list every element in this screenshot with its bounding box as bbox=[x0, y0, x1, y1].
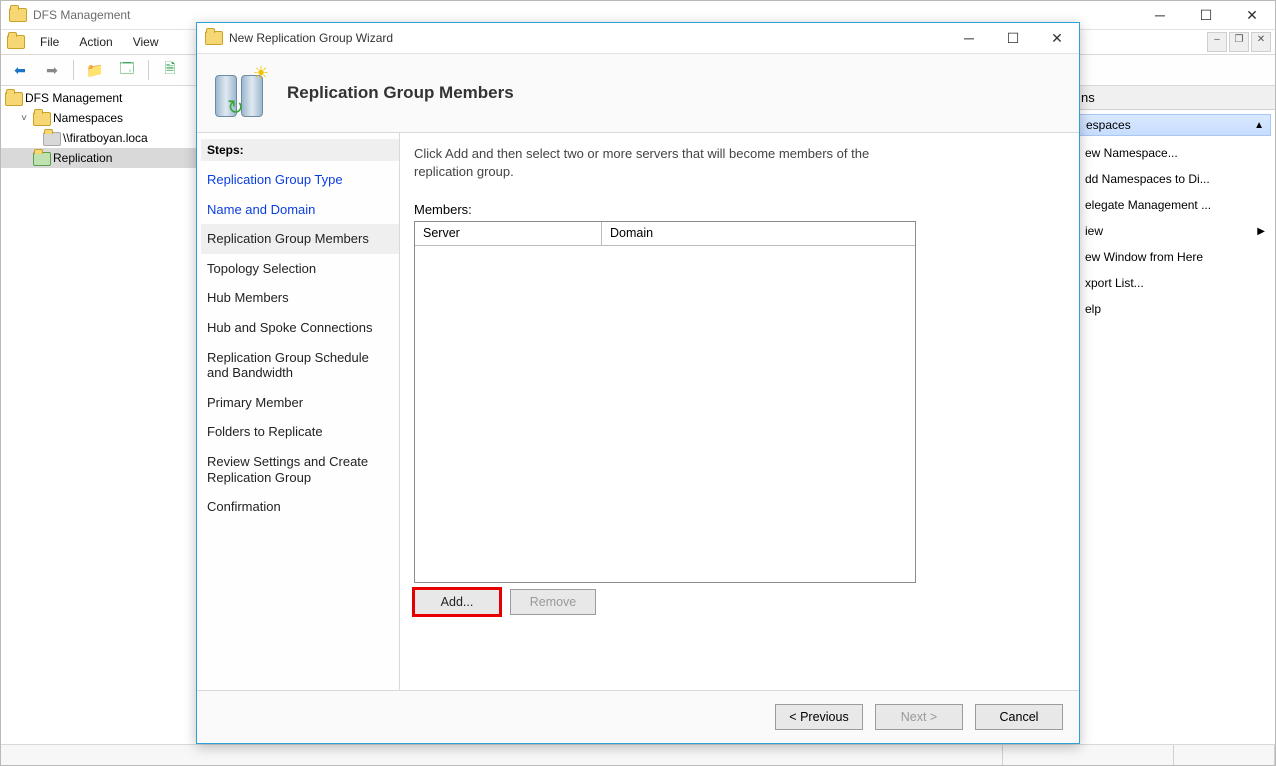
up-button[interactable]: 📁 bbox=[82, 57, 108, 83]
collapse-icon: ▲ bbox=[1254, 120, 1264, 131]
new-star-icon: ☀ bbox=[253, 63, 269, 84]
expand-icon[interactable]: ˅ bbox=[19, 113, 29, 124]
back-button[interactable]: ⬅ bbox=[7, 57, 33, 83]
action-label: elp bbox=[1085, 302, 1101, 316]
wizard-icon bbox=[205, 29, 223, 47]
step-replication-group-type[interactable]: Replication Group Type bbox=[201, 165, 399, 195]
namespace-icon bbox=[43, 130, 59, 146]
dialog-footer: < Previous Next > Cancel bbox=[197, 690, 1079, 743]
action-label: dd Namespaces to Di... bbox=[1085, 172, 1210, 186]
dialog-maximize-button[interactable]: ☐ bbox=[991, 23, 1035, 53]
dialog-content: Click Add and then select two or more se… bbox=[400, 133, 1079, 690]
dfs-root-icon bbox=[5, 90, 21, 106]
members-button-row: Add... Remove bbox=[414, 589, 1065, 615]
wizard-dialog: New Replication Group Wizard ─ ☐ ✕ ↻ ☀ R… bbox=[196, 22, 1080, 744]
namespaces-icon bbox=[33, 110, 49, 126]
step-hub-members[interactable]: Hub Members bbox=[201, 283, 399, 313]
instructions-text: Click Add and then select two or more se… bbox=[414, 145, 914, 180]
nav-tree: DFS Management ˅ Namespaces \\firatboyan… bbox=[1, 86, 198, 744]
toolbar-separator-2 bbox=[148, 60, 149, 80]
actions-group-label: espaces bbox=[1086, 118, 1131, 132]
members-list[interactable]: Server Domain bbox=[414, 221, 916, 583]
action-label: ew Namespace... bbox=[1085, 146, 1178, 160]
properties-button[interactable]: 🗔 bbox=[114, 57, 140, 83]
actions-title: ns bbox=[1075, 86, 1275, 110]
dialog-controls: ─ ☐ ✕ bbox=[947, 23, 1079, 53]
tree-root[interactable]: DFS Management bbox=[1, 88, 197, 108]
app-icon bbox=[9, 6, 27, 24]
dialog-body: Steps: Replication Group Type Name and D… bbox=[197, 133, 1079, 690]
mr-btn-2[interactable]: ❐ bbox=[1229, 32, 1249, 52]
sync-arrow-icon: ↻ bbox=[227, 95, 244, 120]
minimize-button[interactable]: ─ bbox=[1137, 1, 1183, 29]
step-hub-and-spoke[interactable]: Hub and Spoke Connections bbox=[201, 313, 399, 343]
tree-item-replication[interactable]: Replication bbox=[1, 148, 197, 168]
menubar-right: – ❐ ✕ bbox=[1207, 32, 1275, 52]
tree-root-label: DFS Management bbox=[25, 91, 122, 105]
menu-view[interactable]: View bbox=[124, 32, 168, 52]
add-button[interactable]: Add... bbox=[414, 589, 500, 615]
column-server[interactable]: Server bbox=[415, 222, 602, 246]
next-button: Next > bbox=[875, 704, 963, 730]
tree-item-namespace-child[interactable]: \\firatboyan.loca bbox=[1, 128, 197, 148]
actions-pane: ns espaces ▲ ew Namespace... dd Namespac… bbox=[1074, 86, 1275, 744]
action-label: iew bbox=[1085, 224, 1103, 238]
tree-item-namespaces[interactable]: ˅ Namespaces bbox=[1, 108, 197, 128]
column-domain[interactable]: Domain bbox=[602, 222, 915, 246]
step-schedule-bandwidth[interactable]: Replication Group Schedule and Bandwidth bbox=[201, 343, 399, 388]
dialog-minimize-button[interactable]: ─ bbox=[947, 23, 991, 53]
submenu-arrow-icon: ▶ bbox=[1257, 226, 1265, 237]
step-primary-member[interactable]: Primary Member bbox=[201, 388, 399, 418]
steps-pane: Steps: Replication Group Type Name and D… bbox=[197, 133, 400, 690]
forward-button[interactable]: ➡ bbox=[39, 57, 65, 83]
status-bar bbox=[1, 744, 1275, 765]
action-add-namespaces[interactable]: dd Namespaces to Di... bbox=[1075, 166, 1275, 192]
tree-item-label: \\firatboyan.loca bbox=[63, 131, 148, 145]
dialog-titlebar: New Replication Group Wizard ─ ☐ ✕ bbox=[197, 23, 1079, 54]
replication-icon bbox=[33, 150, 49, 166]
menu-action[interactable]: Action bbox=[70, 32, 121, 52]
previous-button[interactable]: < Previous bbox=[775, 704, 863, 730]
dialog-close-button[interactable]: ✕ bbox=[1035, 23, 1079, 53]
step-name-and-domain[interactable]: Name and Domain bbox=[201, 195, 399, 225]
action-export-list[interactable]: xport List... bbox=[1075, 270, 1275, 296]
action-view[interactable]: iew ▶ bbox=[1075, 218, 1275, 244]
dialog-title: New Replication Group Wizard bbox=[229, 31, 393, 45]
action-label: xport List... bbox=[1085, 276, 1144, 290]
step-replication-group-members[interactable]: Replication Group Members bbox=[201, 224, 399, 254]
close-button[interactable]: ✕ bbox=[1229, 1, 1275, 29]
tree-item-label: Replication bbox=[53, 151, 112, 165]
step-folders-to-replicate[interactable]: Folders to Replicate bbox=[201, 417, 399, 447]
members-headers: Server Domain bbox=[415, 222, 915, 246]
members-header-icon: ↻ ☀ bbox=[211, 65, 267, 121]
menu-file[interactable]: File bbox=[31, 32, 68, 52]
action-new-window[interactable]: ew Window from Here bbox=[1075, 244, 1275, 270]
actions-group-header[interactable]: espaces ▲ bbox=[1079, 114, 1271, 136]
dialog-header: ↻ ☀ Replication Group Members bbox=[197, 54, 1079, 133]
cancel-button[interactable]: Cancel bbox=[975, 704, 1063, 730]
menu-icon bbox=[7, 33, 25, 51]
action-help[interactable]: elp bbox=[1075, 296, 1275, 322]
action-delegate-management[interactable]: elegate Management ... bbox=[1075, 192, 1275, 218]
action-new-namespace[interactable]: ew Namespace... bbox=[1075, 140, 1275, 166]
window-controls: ─ ☐ ✕ bbox=[1137, 1, 1275, 29]
members-label: Members: bbox=[414, 202, 1065, 217]
step-review-create[interactable]: Review Settings and Create Replication G… bbox=[201, 447, 399, 492]
export-button[interactable]: 🗎 bbox=[157, 57, 183, 83]
tree-item-label: Namespaces bbox=[53, 111, 123, 125]
step-topology-selection[interactable]: Topology Selection bbox=[201, 254, 399, 284]
action-label: elegate Management ... bbox=[1085, 198, 1211, 212]
mr-btn-3[interactable]: ✕ bbox=[1251, 32, 1271, 52]
step-confirmation[interactable]: Confirmation bbox=[201, 492, 399, 522]
window-title: DFS Management bbox=[33, 8, 130, 22]
maximize-button[interactable]: ☐ bbox=[1183, 1, 1229, 29]
steps-title: Steps: bbox=[201, 139, 399, 161]
toolbar-separator bbox=[73, 60, 74, 80]
action-label: ew Window from Here bbox=[1085, 250, 1203, 264]
mr-btn-1[interactable]: – bbox=[1207, 32, 1227, 52]
dialog-header-title: Replication Group Members bbox=[287, 83, 514, 103]
remove-button: Remove bbox=[510, 589, 596, 615]
